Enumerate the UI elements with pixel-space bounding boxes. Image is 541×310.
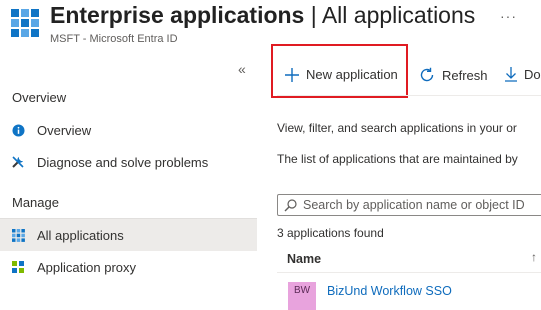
search-input[interactable]: Search by application name or object ID	[277, 194, 541, 216]
page-title-rest: | All applications	[304, 2, 476, 28]
sidebar-item-application-proxy[interactable]: Application proxy	[0, 251, 257, 283]
new-application-button[interactable]: New application	[285, 67, 398, 82]
results-count: 3 applications found	[277, 226, 384, 240]
sidebar-item-all-applications[interactable]: All applications	[0, 219, 257, 251]
download-label: Do	[524, 67, 541, 82]
sidebar-item-label: All applications	[37, 227, 124, 243]
new-application-label: New application	[306, 67, 398, 82]
description-text: View, filter, and search applications in…	[277, 121, 517, 135]
command-bar-divider	[277, 95, 541, 96]
table-header-divider	[277, 272, 541, 273]
download-icon	[505, 67, 517, 82]
refresh-icon	[419, 67, 435, 83]
more-options-button[interactable]: ···	[500, 8, 517, 24]
download-button[interactable]: Do	[505, 67, 541, 82]
proxy-icon	[11, 260, 25, 274]
description-text-2: The list of applications that are mainta…	[277, 152, 518, 166]
page-subtitle: MSFT - Microsoft Entra ID	[50, 33, 178, 45]
sidebar-item-overview[interactable]: Overview	[0, 114, 257, 146]
search-placeholder: Search by application name or object ID	[303, 198, 525, 212]
enterprise-apps-icon	[11, 9, 39, 37]
grid-icon	[11, 228, 25, 242]
app-avatar: BW	[288, 282, 316, 310]
refresh-button[interactable]: Refresh	[419, 67, 488, 83]
sidebar-item-label: Diagnose and solve problems	[37, 154, 209, 170]
section-heading-overview: Overview	[12, 90, 67, 105]
sort-icon[interactable]: ↑	[531, 250, 537, 264]
search-icon	[284, 198, 297, 212]
sidebar-item-label: Overview	[37, 122, 92, 138]
page-title: Enterprise applications | All applicatio…	[50, 2, 475, 29]
sidebar-item-diagnose[interactable]: Diagnose and solve problems	[0, 146, 257, 178]
wrench-icon	[11, 155, 25, 169]
sidebar-item-label: Application proxy	[37, 259, 136, 275]
column-header-name[interactable]: Name	[287, 252, 321, 266]
page-title-main: Enterprise applications	[50, 2, 305, 28]
app-name-link[interactable]: BizUnd Workflow SSO	[327, 284, 452, 298]
plus-icon	[285, 67, 299, 82]
refresh-label: Refresh	[442, 67, 488, 83]
info-icon	[11, 123, 25, 137]
section-heading-manage: Manage	[12, 195, 59, 210]
collapse-sidebar-button[interactable]: «	[238, 61, 246, 77]
